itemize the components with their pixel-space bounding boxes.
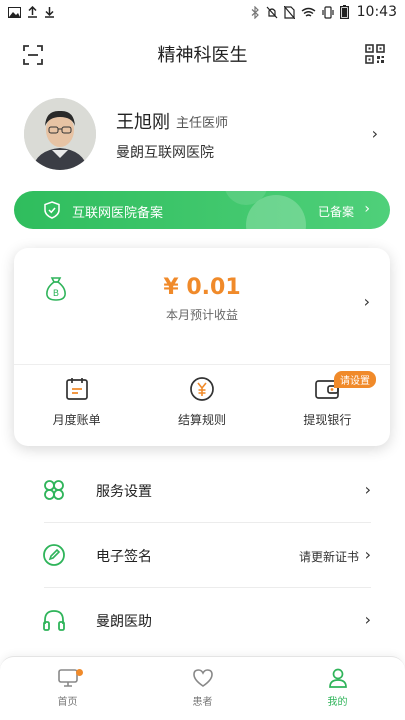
app-header: 精神科医生	[0, 32, 405, 76]
settlement-rules-button[interactable]: 结算规则	[139, 372, 264, 436]
no-sim-icon	[283, 5, 295, 19]
filing-status: 已备案	[317, 205, 354, 219]
chevron-right-icon: ›	[364, 480, 371, 499]
menu-item-service-settings[interactable]: 服务设置 ›	[0, 458, 405, 523]
image-icon	[8, 6, 21, 18]
monitor-icon	[57, 669, 78, 687]
chevron-right-icon: ›	[371, 124, 378, 143]
vibrate-icon	[322, 5, 334, 19]
menu-item-e-signature[interactable]: 电子签名 请更新证书 ›	[0, 523, 405, 588]
upload-icon	[28, 6, 37, 18]
menu-extra: 请更新证书	[298, 550, 359, 564]
tab-label: 患者	[192, 697, 213, 708]
mute-icon	[266, 6, 278, 18]
notification-dot	[76, 669, 83, 676]
banner-title: 互联网医院备案	[72, 206, 164, 221]
chevron-right-icon: ›	[364, 201, 370, 217]
doctor-title: 主任医师	[176, 116, 229, 131]
tab-mine[interactable]: 我的	[270, 657, 405, 720]
pen-icon	[43, 544, 65, 566]
avatar	[24, 98, 96, 170]
shield-check-icon	[44, 201, 60, 219]
status-bar: 10:43	[0, 0, 405, 24]
status-time: 10:43	[356, 4, 397, 20]
scan-icon[interactable]	[22, 44, 44, 66]
menu-label: 服务设置	[96, 484, 152, 500]
tab-home[interactable]: 首页	[0, 657, 135, 720]
menu-item-assistant[interactable]: 曼朗医助 ›	[0, 588, 405, 653]
battery-icon	[339, 5, 349, 19]
earnings-card: B ¥ 0.01 本月预计收益 › 月度账单 结算规则 提现银行 请设置	[14, 248, 390, 446]
clover-icon	[44, 480, 64, 500]
page-title: 精神科医生	[157, 45, 248, 66]
monthly-bill-button[interactable]: 月度账单	[14, 372, 139, 436]
user-icon	[328, 668, 347, 688]
menu-label: 电子签名	[96, 549, 152, 565]
doctor-photo	[24, 98, 96, 170]
chevron-right-icon: ›	[364, 610, 371, 629]
tab-label: 我的	[327, 697, 348, 708]
op-label: 提现银行	[303, 413, 352, 427]
calendar-icon	[65, 378, 88, 400]
tab-label: 首页	[57, 697, 78, 708]
download-icon	[45, 7, 54, 18]
op-label: 结算规则	[177, 413, 226, 427]
hospital-name: 曼朗互联网医院	[116, 145, 214, 161]
settings-menu: 服务设置 › 电子签名 请更新证书 › 曼朗医助 ›	[0, 458, 405, 653]
qr-code-icon[interactable]	[365, 44, 385, 64]
bluetooth-icon	[251, 5, 259, 19]
divider	[14, 364, 390, 365]
menu-label: 曼朗医助	[96, 614, 152, 630]
earnings-amount: ¥ 0.01	[163, 275, 241, 300]
earnings-actions: 月度账单 结算规则 提现银行 请设置	[14, 371, 390, 436]
bottom-tab-bar: 首页 患者 我的	[0, 656, 405, 720]
doctor-name: 王旭刚	[116, 112, 170, 133]
headset-icon	[43, 610, 65, 631]
setup-badge: 请设置	[333, 371, 376, 388]
wifi-icon	[301, 7, 316, 17]
heart-icon	[192, 669, 213, 687]
doctor-profile[interactable]: 王旭刚 主任医师 曼朗互联网医院 ›	[24, 98, 384, 170]
chevron-right-icon: ›	[363, 292, 370, 311]
yuan-coin-icon	[190, 377, 214, 401]
chevron-right-icon: ›	[364, 545, 371, 564]
earnings-subtitle: 本月预计收益	[165, 308, 238, 322]
filing-banner[interactable]: 互联网医院备案 已备案 ›	[14, 191, 390, 229]
op-label: 月度账单	[52, 413, 101, 427]
withdraw-bank-button[interactable]: 提现银行 请设置	[265, 371, 390, 436]
tab-patients[interactable]: 患者	[135, 657, 270, 720]
